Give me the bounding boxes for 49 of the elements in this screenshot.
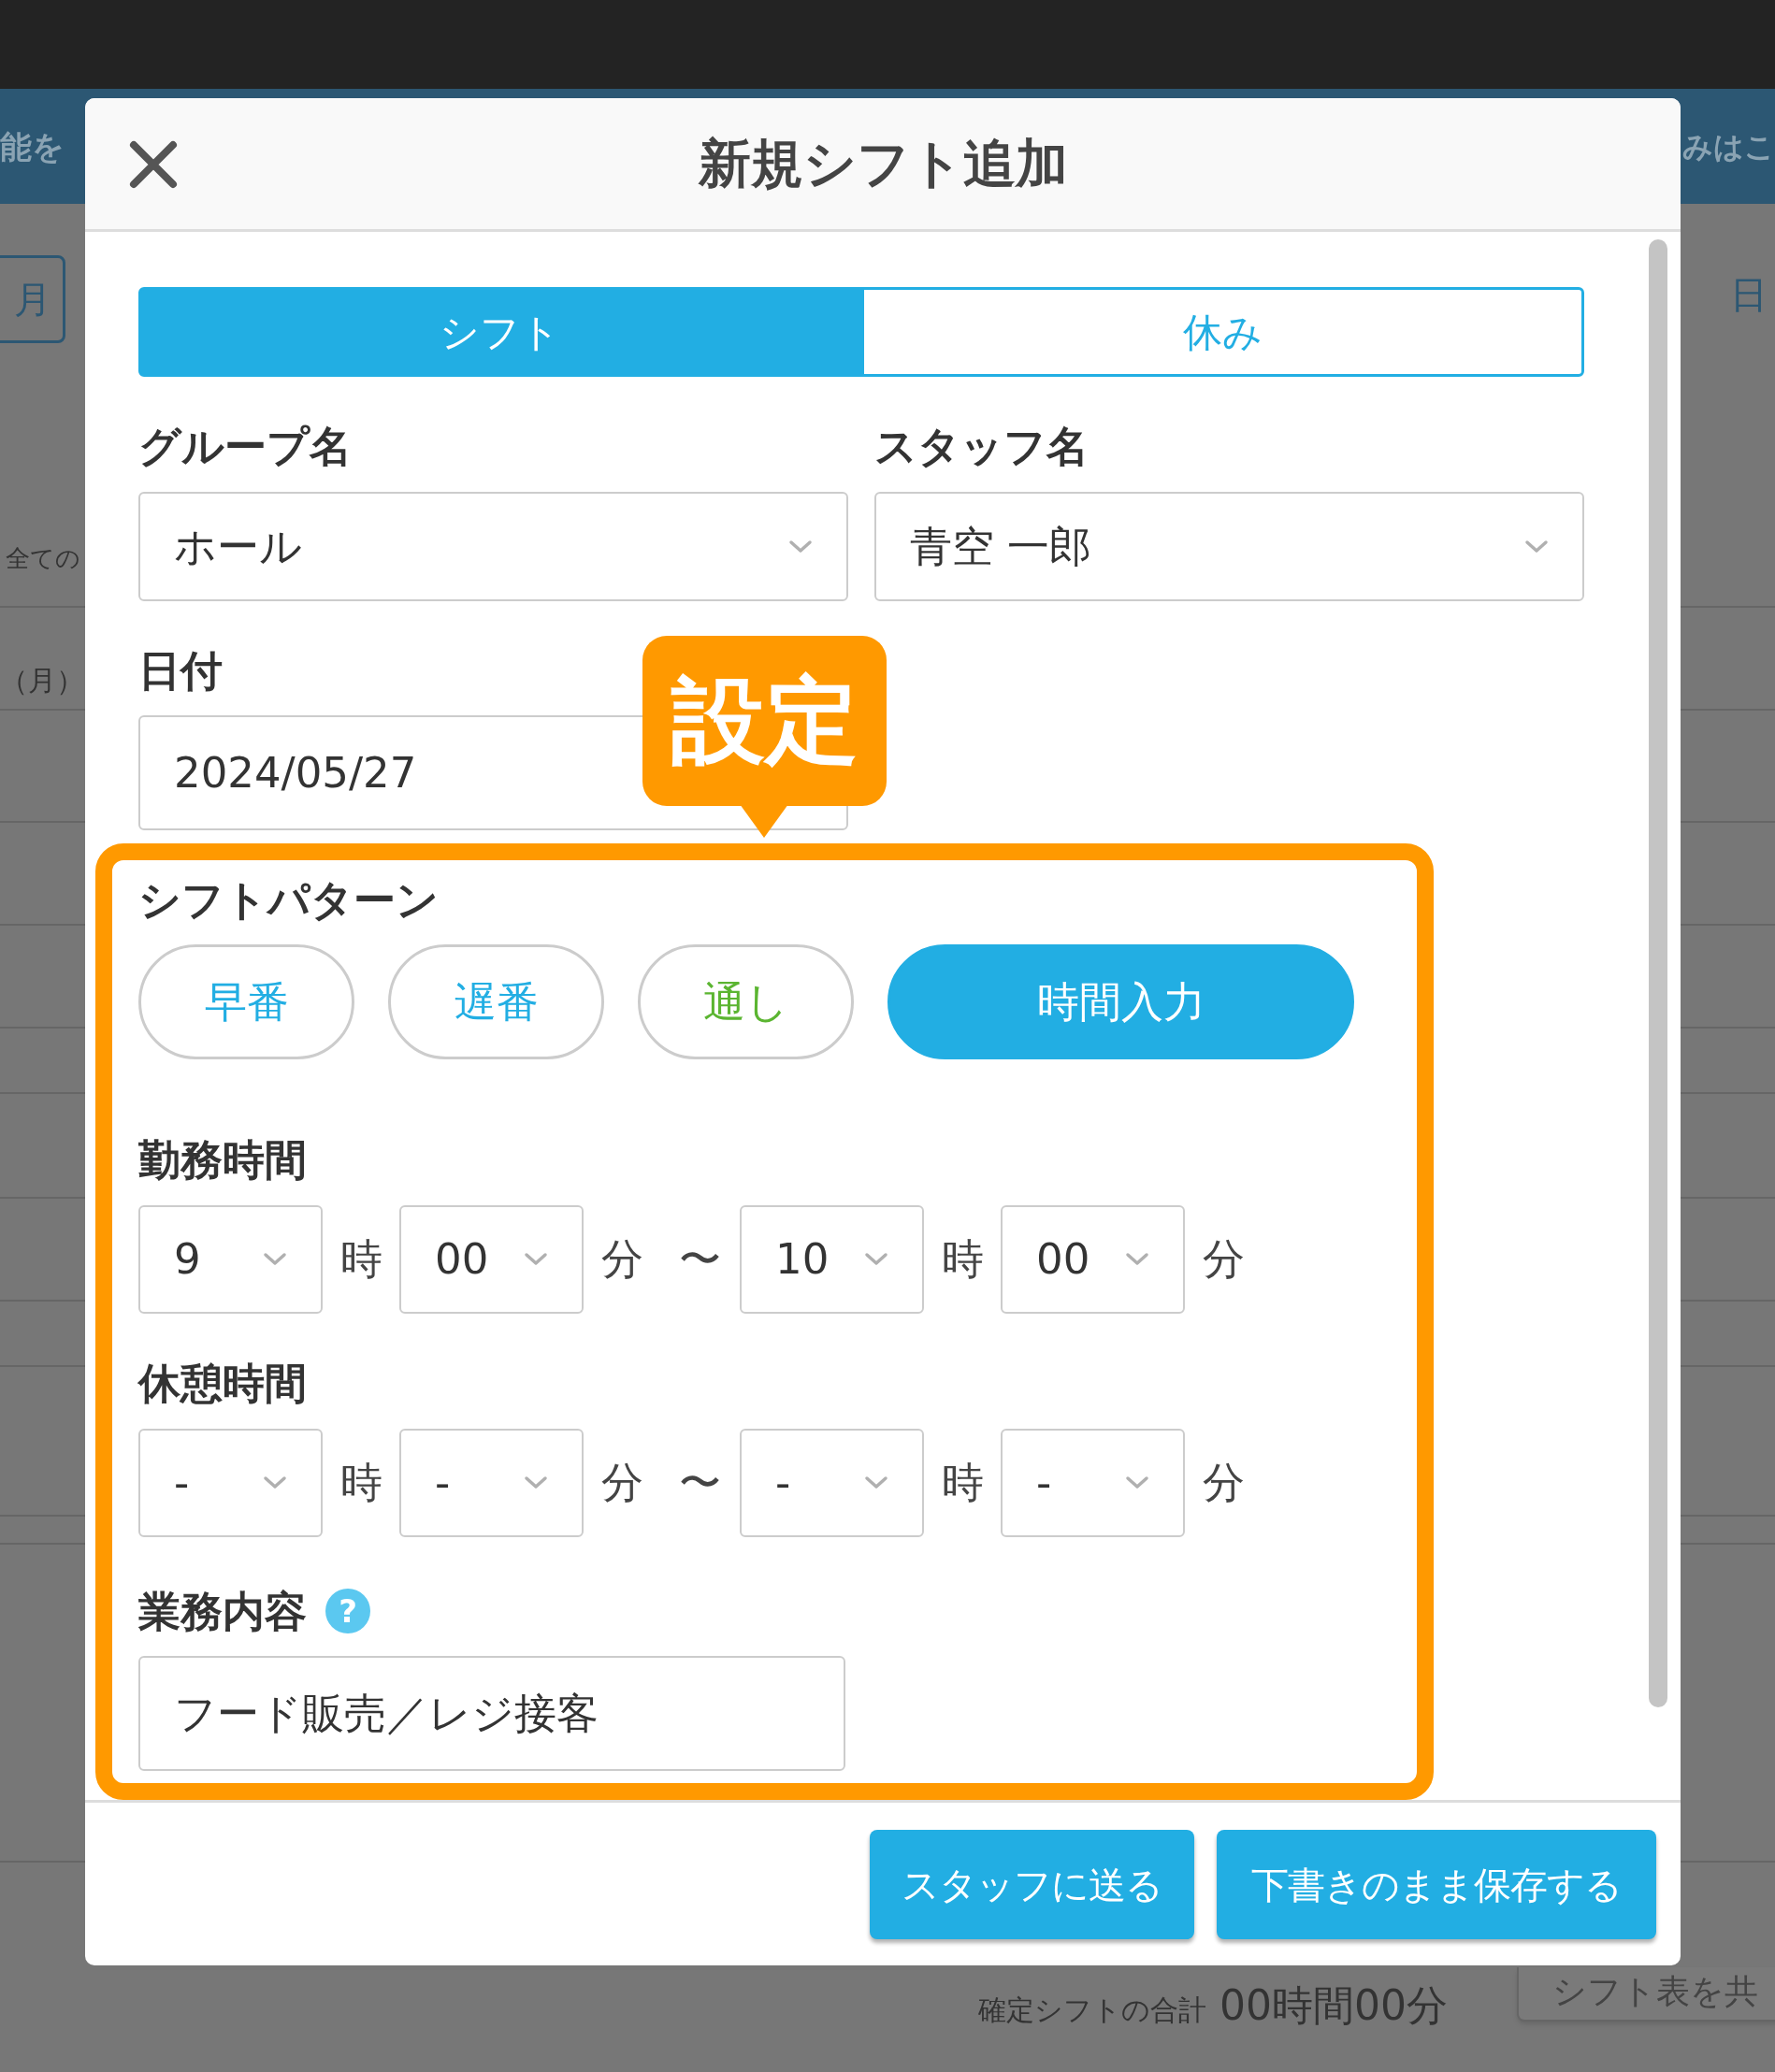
header-text: みはこ [1682, 131, 1775, 162]
dropdown[interactable]: - [1001, 1429, 1185, 1537]
dropdown[interactable]: - [740, 1429, 924, 1537]
unit-label: 分 [599, 1457, 644, 1510]
unit-label: 時 [940, 1457, 985, 1510]
field-label: グループ名 [138, 425, 353, 468]
field-label: 日付 [138, 650, 224, 692]
total-label: 確定シフトの合計 [978, 1993, 1206, 2028]
unit-label: 〜 [678, 1457, 722, 1510]
field-label: シフトパターン [138, 879, 440, 921]
day-label: 日 [1730, 276, 1768, 313]
dropdown[interactable]: 00 [399, 1205, 584, 1314]
chevron-down-icon [1524, 539, 1549, 554]
total-value: 00時間00分 [1219, 1980, 1448, 2031]
chevron-down-icon [788, 539, 813, 554]
filter-label: 全ての [6, 546, 80, 570]
callout-tooltip: 設定 [642, 636, 887, 840]
text-field[interactable]: フード販売／レジ接客 [138, 1656, 845, 1771]
dropdown[interactable]: ホール [138, 492, 848, 601]
field-label: 勤務時間 [138, 1139, 308, 1181]
dropdown[interactable]: - [399, 1429, 584, 1537]
unit-label: 〜 [678, 1233, 722, 1287]
chevron-down-icon [864, 1252, 888, 1267]
dialog-title: 新規シフト追加 [698, 137, 1068, 190]
dropdown[interactable]: 青空 一郎 [874, 492, 1584, 601]
dropdown[interactable]: 10 [740, 1205, 924, 1314]
field-label: 業務内容 [138, 1590, 307, 1633]
scrollbar[interactable] [1649, 239, 1667, 1707]
close-icon[interactable] [129, 140, 178, 189]
unit-label: 時 [940, 1233, 985, 1287]
header-text: 能を [0, 130, 65, 163]
unit-label: 分 [599, 1233, 644, 1287]
field-label: 休憩時間 [138, 1362, 308, 1404]
chevron-down-icon [524, 1252, 548, 1267]
chevron-down-icon [1125, 1475, 1149, 1490]
field-label: スタッフ名 [874, 425, 1090, 468]
chevron-down-icon [1125, 1252, 1149, 1267]
unit-label: 分 [1201, 1457, 1246, 1510]
chevron-down-icon [524, 1475, 548, 1490]
unit-label: 時 [339, 1457, 383, 1510]
dropdown[interactable]: - [138, 1429, 323, 1537]
chevron-down-icon [263, 1252, 287, 1267]
chevron-down-icon [263, 1475, 287, 1490]
chevron-down-icon [864, 1475, 888, 1490]
weekday-label: （月） [0, 667, 84, 695]
dropdown[interactable]: 9 [138, 1205, 323, 1314]
unit-label: 分 [1201, 1233, 1246, 1287]
dropdown[interactable]: 00 [1001, 1205, 1185, 1314]
unit-label: 時 [339, 1233, 383, 1287]
